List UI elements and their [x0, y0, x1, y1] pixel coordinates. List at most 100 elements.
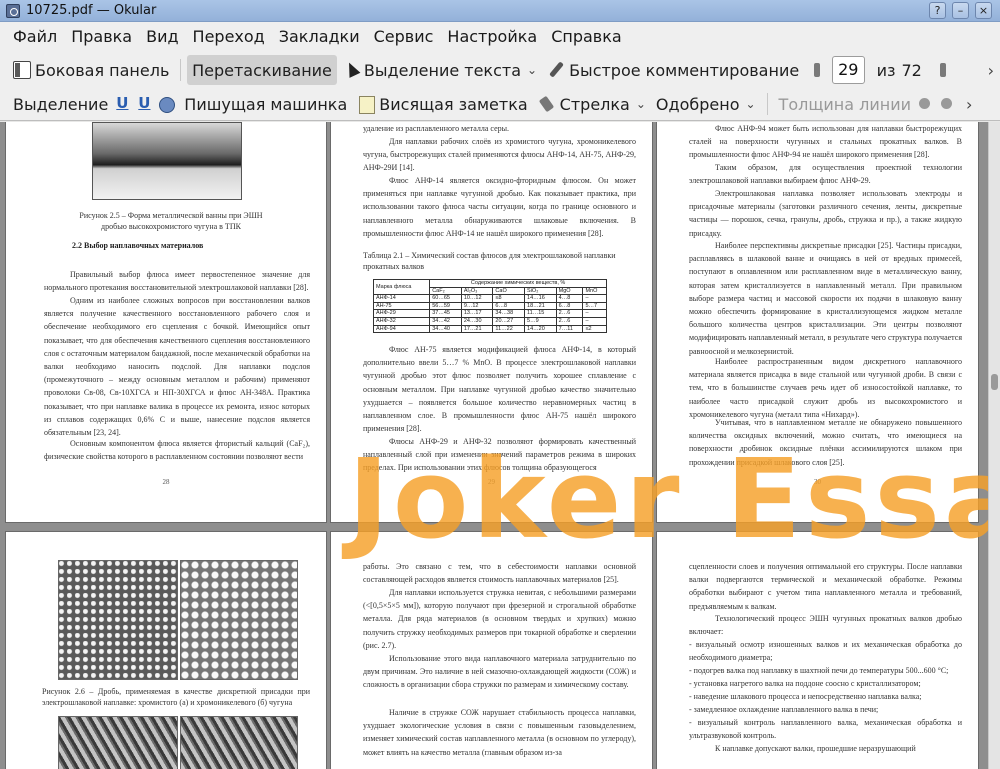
window-title: 10725.pdf — Okular: [26, 3, 157, 18]
typewriter-button[interactable]: Пишущая машинка: [179, 89, 352, 119]
table-row: АН-75 56…59 9…12 6…8 18…21 6…8 5…7: [372, 301, 607, 311]
table-col-header: MnO: [582, 286, 607, 296]
text-select-tool-button[interactable]: Выделение текста ⌄: [337, 55, 542, 85]
title-bar[interactable]: 10725.pdf — Okular ? – ×: [0, 0, 1000, 22]
underline-icon[interactable]: [113, 94, 131, 113]
table-cell: 2…6: [555, 309, 584, 318]
quick-annotations-button[interactable]: Быстрое комментирование: [542, 55, 804, 85]
menu-bookmarks[interactable]: Закладки: [272, 23, 367, 51]
table-header: Содержание химических веществ, %: [429, 279, 607, 288]
previous-page-icon[interactable]: [810, 61, 820, 79]
figure-image-a: [58, 560, 178, 680]
pdf-page-32: работы. Это связано с тем, что в себесто…: [331, 532, 652, 769]
table-row: АНФ-94 34…40 17…21 11…22 14…20 7…11 ≤2: [372, 324, 607, 334]
table-cell: 14…20: [524, 324, 557, 334]
stamp-icon[interactable]: [157, 95, 176, 113]
paragraph: Наиболее перспективны дискретные присадк…: [689, 241, 962, 356]
watermark-text: Joker Essay.ru: [348, 435, 988, 563]
table-col-header: SiO₂: [524, 286, 557, 296]
toolbar-separator: [766, 93, 768, 115]
table-caption: Таблица 2.1 – Химический состав флюсов д…: [363, 251, 616, 271]
close-window-icon[interactable]: ×: [975, 2, 992, 19]
table-cell: ≤2: [582, 324, 607, 334]
text-select-label: Выделение текста: [363, 60, 522, 80]
table-cell: ≤8: [492, 294, 526, 303]
table-cell: 60…65: [429, 294, 462, 303]
table-cell: 24…30: [460, 316, 494, 326]
menu-settings[interactable]: Настройка: [440, 23, 544, 51]
table-body: АНФ-14 60…65 10…12 ≤8 14…16 4…8– АН-75 56…59 9…1…: [372, 294, 607, 334]
table-cell: АНФ-32: [372, 316, 431, 326]
browse-tool-button[interactable]: Перетаскивание: [187, 55, 337, 85]
sidebar-toggle-button[interactable]: Боковая панель: [8, 55, 174, 85]
table-cell: АН-75: [372, 301, 431, 311]
table-cell: 13…17: [460, 309, 494, 318]
stamp-approved-button[interactable]: Одобрено ⌄: [651, 89, 761, 119]
paragraph: удаление из расплавленного металла серы.: [363, 124, 510, 133]
list-item: - установка нагретого валка на поддоне с…: [689, 679, 921, 688]
arrow-tool-button[interactable]: Стрелка ⌄: [533, 89, 651, 119]
table-cell: 10…12: [460, 294, 494, 303]
table-cell: АНФ-14: [372, 294, 431, 303]
figure-image-b: [180, 560, 298, 680]
vertical-scrollbar[interactable]: [988, 122, 1000, 769]
help-window-icon[interactable]: ?: [929, 2, 946, 19]
paragraph: К наплавке допускают валки, прошедшие не…: [715, 744, 916, 753]
paragraph: Для наплавки используется стружка невита…: [363, 588, 636, 650]
table-cell: 4…8: [555, 294, 584, 303]
paragraph: Использование этого вида наплавочного ма…: [363, 654, 636, 690]
table-col-header: Al₂O₃: [460, 286, 494, 296]
paragraph: работы. Это связано с тем, что в себесто…: [363, 562, 636, 585]
menu-tools[interactable]: Сервис: [367, 23, 441, 51]
page-number-input[interactable]: 29: [831, 56, 865, 84]
menu-file[interactable]: Файл: [6, 23, 64, 51]
table-cell: 34…40: [429, 324, 462, 334]
squiggle-underline-icon[interactable]: [135, 94, 153, 113]
paragraph: Одним из наиболее сложных вопросов при в…: [44, 296, 310, 438]
table-cell: 7…11: [555, 324, 584, 334]
list-item: - наведение шлакового процесса и непосре…: [689, 692, 922, 701]
toolbar-overflow-button[interactable]: ›: [982, 61, 1000, 80]
minimize-window-icon[interactable]: –: [952, 2, 969, 19]
table-cell: 9…12: [460, 301, 494, 311]
table-cell: 17…21: [460, 324, 494, 334]
annotation-select-button[interactable]: Выделение: [8, 89, 113, 119]
menu-go[interactable]: Переход: [186, 23, 272, 51]
okular-app-icon[interactable]: [6, 3, 20, 18]
line-width-button[interactable]: Толщина линии: [774, 89, 917, 119]
list-item: - визуальный осмотр изношенных валков и …: [689, 640, 962, 663]
opacity-icon[interactable]: [938, 95, 956, 113]
sticky-note-button[interactable]: Висящая заметка: [352, 89, 532, 119]
next-page-icon[interactable]: [936, 61, 946, 79]
paragraph: Для наплавки рабочих слоёв из хромистого…: [363, 137, 636, 173]
menu-edit[interactable]: Правка: [64, 23, 139, 51]
paragraph: сцепленности слоев и получения оптимальн…: [689, 562, 962, 611]
paragraph: Правильный выбор флюса имеет первостепен…: [44, 270, 310, 293]
browse-tool-label: Перетаскивание: [192, 60, 332, 80]
paragraph: Флюс АН-75 является модификацией флюса А…: [363, 345, 636, 434]
menu-help[interactable]: Справка: [544, 23, 629, 51]
paragraph: Электрошлаковая наплавка позволяет испол…: [689, 189, 962, 238]
sidebar-label: Боковая панель: [35, 60, 170, 80]
sidebar-icon: [13, 61, 31, 79]
chemical-table: Марка флюса Содержание химических вещест…: [372, 278, 607, 334]
chevron-down-icon[interactable]: ⌄: [527, 63, 537, 77]
table-cell: 11…15: [524, 309, 557, 318]
table-cell: 6…8: [492, 301, 526, 311]
chevron-down-icon[interactable]: ⌄: [636, 97, 646, 111]
list-item: - замедленное охлаждение наплавленного в…: [689, 705, 879, 714]
annotation-select-label: Выделение: [13, 94, 109, 114]
menu-view[interactable]: Вид: [139, 23, 185, 51]
table-cell: 5…9: [524, 316, 557, 326]
paragraph: Технологический процесс ЭШН чугунных про…: [689, 614, 962, 637]
pdf-page-33: сцепленности слоев и получения оптимальн…: [657, 532, 978, 769]
chevron-down-icon[interactable]: ⌄: [745, 97, 755, 111]
scrollbar-thumb[interactable]: [991, 374, 998, 390]
pdf-page-31: Рисунок 2.6 – Дробь, применяемая в качес…: [6, 532, 326, 769]
sticky-note-icon: [357, 95, 376, 114]
figure-caption: Рисунок 2.5 – Форма металлической ванны …: [79, 211, 263, 231]
color-icon[interactable]: [916, 95, 934, 113]
table-cell: 34…38: [492, 309, 526, 318]
document-viewport[interactable]: Рисунок 2.5 – Форма металлической ванны …: [0, 122, 988, 769]
toolbar-overflow-button[interactable]: ›: [960, 95, 978, 114]
